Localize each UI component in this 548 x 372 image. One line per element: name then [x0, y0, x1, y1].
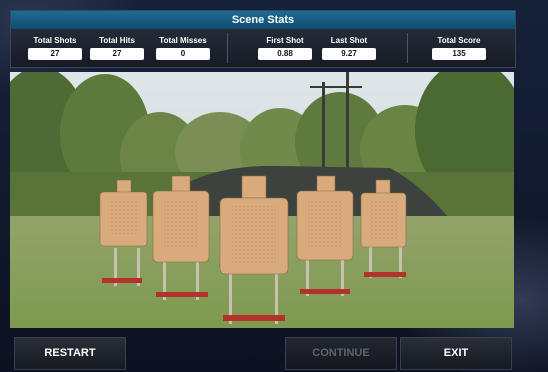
- stat-last-shot: Last Shot 9.27: [319, 35, 379, 60]
- continue-button[interactable]: CONTINUE: [285, 337, 397, 370]
- stat-value: 27: [90, 48, 144, 60]
- stat-label: Total Hits: [99, 36, 135, 45]
- stat-label: First Shot: [266, 36, 304, 45]
- stat-value: 9.27: [322, 48, 376, 60]
- stat-value: 0.88: [258, 48, 312, 60]
- stat-total-hits: Total Hits 27: [87, 35, 147, 60]
- stat-value: 27: [28, 48, 82, 60]
- stat-total-score: Total Score 135: [429, 35, 489, 60]
- stat-value: 135: [432, 48, 486, 60]
- stat-value: 0: [156, 48, 210, 60]
- stat-total-shots: Total Shots 27: [25, 35, 85, 60]
- stat-label: Total Misses: [159, 36, 207, 45]
- divider: [407, 33, 408, 63]
- range-view: [10, 72, 514, 328]
- stat-label: Total Shots: [33, 36, 77, 45]
- scene-stats-panel: Scene Stats Total Shots 27 Total Hits 27…: [10, 10, 516, 68]
- stat-label: Total Score: [437, 36, 481, 45]
- stat-first-shot: First Shot 0.88: [255, 35, 315, 60]
- divider: [227, 33, 228, 63]
- scene-stats-title: Scene Stats: [11, 11, 515, 29]
- stat-label: Last Shot: [330, 36, 368, 45]
- exit-button[interactable]: EXIT: [400, 337, 512, 370]
- restart-button[interactable]: RESTART: [14, 337, 126, 370]
- stat-total-misses: Total Misses 0: [153, 35, 213, 60]
- shooting-range-scene: [10, 72, 514, 328]
